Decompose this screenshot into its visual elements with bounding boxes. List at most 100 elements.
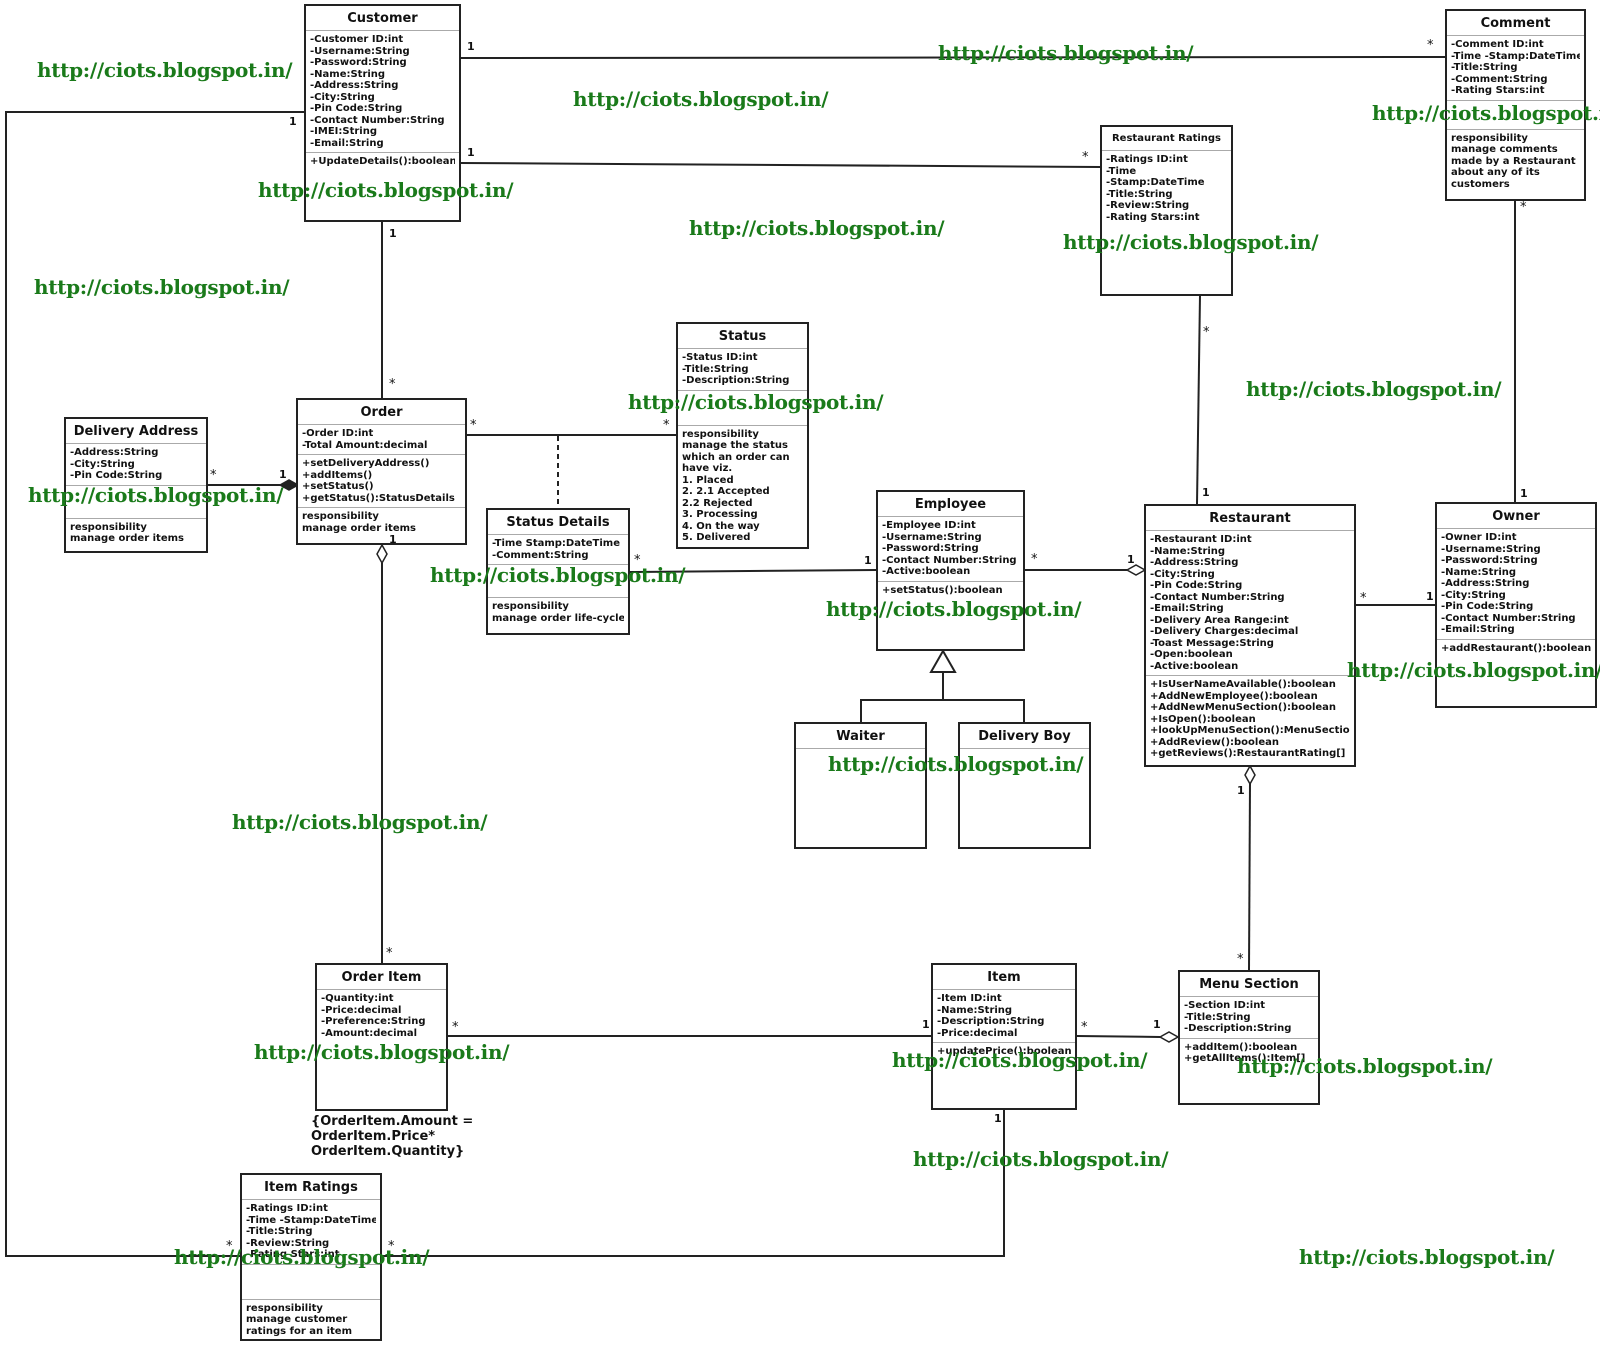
member-line: about any of its — [1451, 167, 1540, 178]
class-employee[interactable]: Employee -Employee ID:int -Username:Strin… — [876, 490, 1025, 651]
member-line: OrderItem.Price* — [311, 1129, 436, 1144]
class-name: Item Ratings — [242, 1175, 380, 1200]
class-restaurant-ratings[interactable]: Restaurant Ratings -Ratings ID:int -Time -… — [1100, 125, 1233, 296]
member-line: -Pin Code:String — [70, 470, 163, 481]
member-line: OrderItem.Quantity} — [311, 1144, 465, 1159]
watermark: http://ciots.blogspot.in/ — [254, 1040, 510, 1064]
mult-comment-owner-1: 1 — [1520, 487, 1528, 500]
member-line: manage order items — [70, 533, 184, 544]
member-line: +addRestaurant():boolean — [1441, 642, 1591, 654]
member-line: -Password:String — [882, 543, 979, 554]
member-line: -Rating Stars:int — [1106, 211, 1200, 223]
member-line: -Title:String — [682, 363, 749, 375]
attributes: -Employee ID:int -Username:String -Passwor… — [878, 517, 1023, 582]
assoc-item-item-ratings — [382, 1109, 1005, 1257]
member-line: -Delivery Charges:decimal — [1150, 626, 1299, 637]
member-line: -Time — [1106, 165, 1137, 177]
member-line: -IMEI:String — [310, 126, 377, 137]
member-line: have viz. — [682, 463, 733, 474]
mult-restaurant-menu-1: 1 — [1237, 784, 1245, 797]
member-line: -Active:boolean — [1150, 660, 1239, 672]
attributes: -Ratings ID:int -Time -Stamp:DateTime -Titl… — [1102, 151, 1231, 226]
member-line: 4. On the way — [682, 520, 760, 532]
attributes: -Status ID:int -Title:String -Description:… — [678, 349, 807, 391]
member-line: -Order ID:int — [302, 428, 374, 439]
attributes: -Order ID:int -Total Amount:decimal — [298, 425, 465, 455]
aggregation-diamond-menu-item — [1158, 1031, 1180, 1043]
member-line: +getReviews():RestaurantRating[] — [1150, 748, 1346, 759]
member-line: +setDeliveryAddress() — [302, 458, 430, 469]
watermark: http://ciots.blogspot.in/ — [628, 390, 884, 414]
member-line: responsibility — [492, 601, 569, 612]
member-line: +AddNewEmployee():boolean — [1150, 690, 1318, 702]
member-line: -Section ID:int — [1184, 1000, 1266, 1011]
mult-employee-statusdetails-1: 1 — [864, 554, 872, 567]
member-line: -Description:String — [1184, 1023, 1292, 1034]
member-line: manage customer — [246, 1314, 348, 1325]
member-line: +getStatus():StatusDetails — [302, 492, 455, 504]
member-line: 3. Processing — [682, 509, 758, 520]
member-line: -Item ID:int — [937, 993, 1002, 1004]
class-waiter[interactable]: Waiter — [794, 722, 927, 849]
class-restaurant[interactable]: Restaurant -Restaurant ID:int -Name:Strin… — [1144, 504, 1356, 767]
mult-item-orderitem-1: 1 — [922, 1018, 930, 1031]
member-line: -Pin Code:String — [1150, 580, 1243, 591]
class-order[interactable]: Order -Order ID:int -Total Amount:decimal… — [296, 398, 467, 545]
mult-customer-ratings-1: 1 — [467, 146, 475, 159]
mult-customer-order-1: 1 — [389, 227, 397, 240]
attributes: -Restaurant ID:int -Name:String -Address:S… — [1146, 531, 1354, 676]
watermark: http://ciots.blogspot.in/ — [1347, 658, 1600, 682]
member-line: +AddNewMenuSection():boolean — [1150, 702, 1337, 713]
mult-order-orderitem-1: 1 — [389, 533, 397, 546]
mult-employee-restaurant-many: * — [1031, 552, 1038, 567]
member-line: -Address:String — [310, 80, 399, 91]
class-name: Employee — [878, 492, 1023, 517]
member-line: -Email:String — [1150, 603, 1224, 614]
member-line: -Time -Stamp:DateTime — [246, 1214, 376, 1226]
member-line: -Title:String — [246, 1226, 313, 1237]
member-line: -Contact Number:String — [310, 114, 445, 126]
mult-menu-restaurant-many: * — [1237, 952, 1244, 967]
member-line: customers — [1451, 178, 1510, 190]
member-line: -Time -Stamp:DateTime — [1451, 50, 1580, 62]
member-line: -Restaurant ID:int — [1150, 534, 1252, 545]
class-name: Status — [678, 324, 807, 349]
member-line: -Ratings ID:int — [1106, 154, 1188, 165]
member-line: -Password:String — [1441, 555, 1538, 566]
aggregation-diamond-restaurant-employee — [1125, 564, 1147, 576]
class-name: Restaurant — [1146, 506, 1354, 531]
mult-status-order-many: * — [663, 418, 670, 433]
class-name: Delivery Boy — [960, 724, 1089, 749]
constraint-note: {OrderItem.Amount = OrderItem.Price* Order… — [311, 1114, 473, 1159]
attributes: -Address:String -City:String -Pin Code:Str… — [66, 444, 206, 486]
attributes: -Section ID:int -Title:String -Description… — [1180, 997, 1318, 1039]
class-delivery-boy[interactable]: Delivery Boy — [958, 722, 1091, 849]
aggregation-diamond-restaurant-menu — [1244, 764, 1256, 786]
mult-restaurant-employee-1: 1 — [1127, 553, 1135, 566]
watermark: http://ciots.blogspot.in/ — [938, 41, 1194, 65]
class-name: Customer — [306, 6, 459, 31]
class-name: Order Item — [317, 965, 446, 990]
class-name: Item — [933, 965, 1075, 990]
operations: +addRestaurant():boolean — [1437, 640, 1595, 658]
member-line: -Employee ID:int — [882, 520, 976, 531]
mult-item-itemratings-1: 1 — [994, 1112, 1002, 1125]
member-line: responsibility — [246, 1302, 323, 1314]
member-line: -Email:String — [1441, 624, 1515, 635]
member-line: +IsOpen():boolean — [1150, 713, 1256, 725]
mult-customer-itemratings-1: 1 — [289, 115, 297, 128]
watermark: http://ciots.blogspot.in/ — [828, 752, 1084, 776]
member-line: -Name:String — [1441, 566, 1517, 578]
member-line: -Username:String — [1441, 543, 1541, 555]
class-order-item[interactable]: Order Item -Quantity:int -Price:decimal -P… — [315, 963, 448, 1111]
class-item[interactable]: Item -Item ID:int -Name:String -Descriptio… — [931, 963, 1077, 1110]
member-line: -City:String — [1441, 589, 1506, 601]
member-line: 5. Delivered — [682, 532, 751, 543]
mult-order-status-many: * — [470, 418, 477, 433]
member-line: ratings for an item — [246, 1325, 352, 1337]
class-status[interactable]: Status -Status ID:int -Title:String -Descr… — [676, 322, 809, 549]
member-line: -City:String — [310, 91, 375, 103]
generalization-branches — [860, 699, 1025, 722]
class-menu-section[interactable]: Menu Section -Section ID:int -Title:Strin… — [1178, 970, 1320, 1105]
watermark: http://ciots.blogspot.in/ — [232, 810, 488, 834]
